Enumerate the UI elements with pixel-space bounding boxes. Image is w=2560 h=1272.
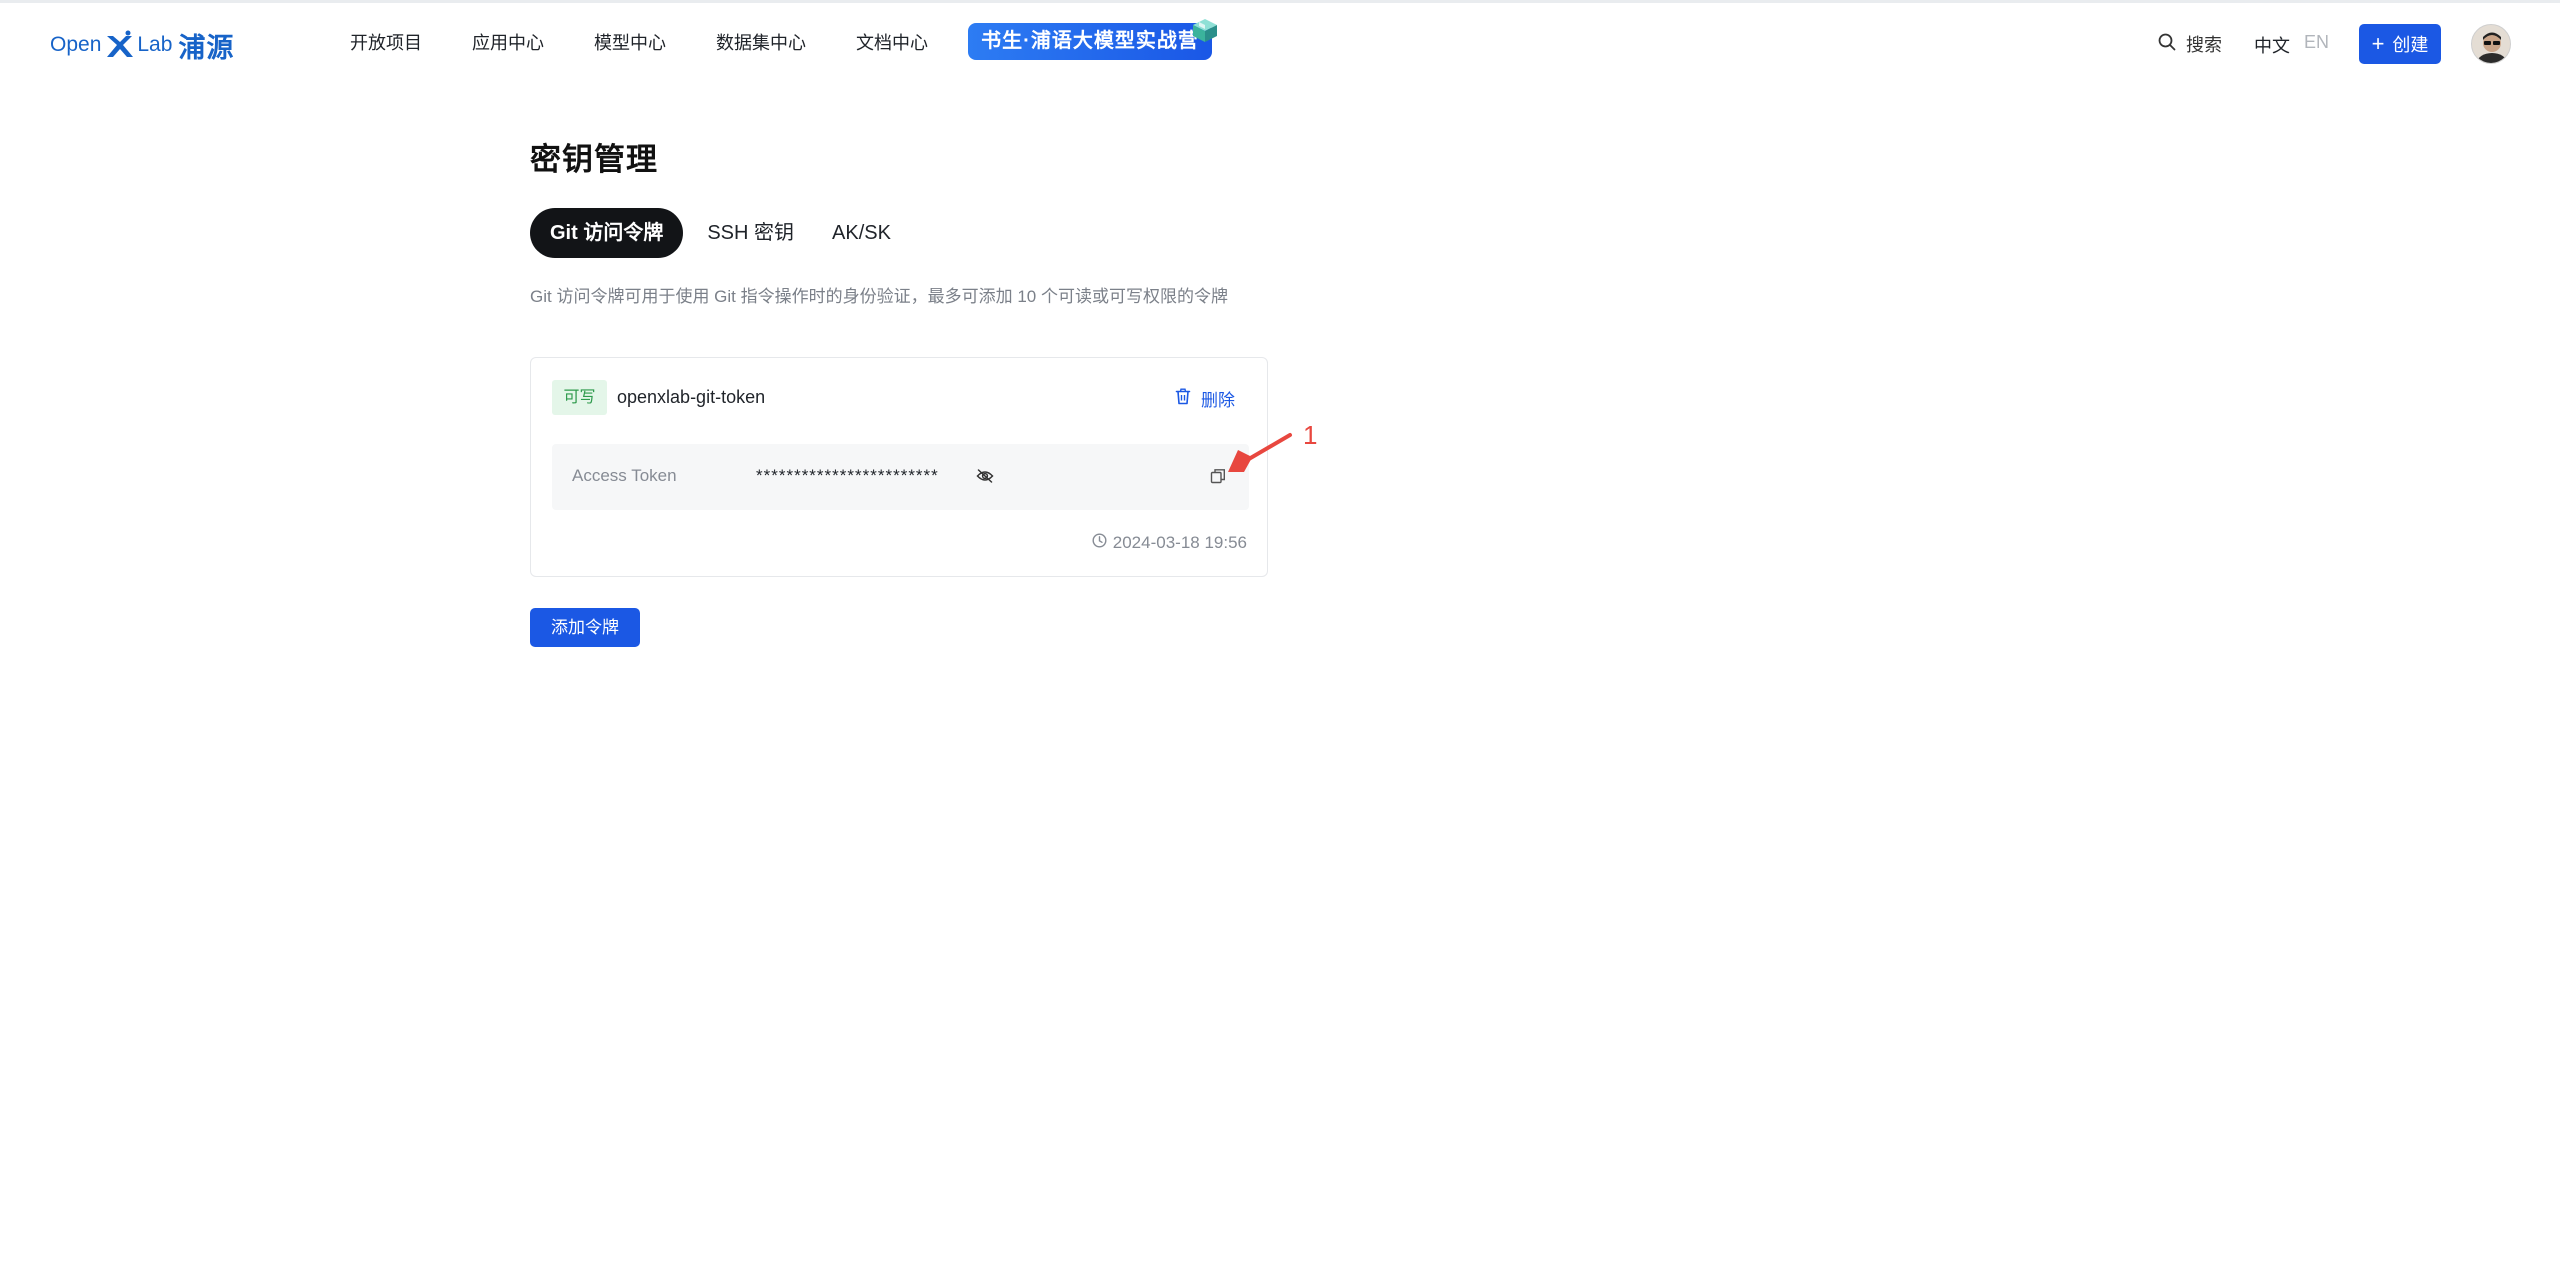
top-header: Open Lab 浦源 开放项目 应用中心 模型中心 数据集中心 文档中心 书生… xyxy=(0,3,2560,83)
logo-cn-text: 浦源 xyxy=(178,32,235,63)
main-nav: 开放项目 应用中心 模型中心 数据集中心 文档中心 xyxy=(350,28,978,58)
nav-model-center[interactable]: 模型中心 xyxy=(594,28,666,58)
search-label: 搜索 xyxy=(2186,35,2222,55)
promo-banner[interactable]: 书生·浦语大模型实战营 xyxy=(968,23,1212,60)
token-card: 可写 openxlab-git-token 删除 Access Token **… xyxy=(530,357,1268,577)
key-tabs: Git 访问令牌 SSH 密钥 AK/SK xyxy=(530,208,915,258)
clock-icon xyxy=(1092,533,1107,553)
create-label: 创建 xyxy=(2392,35,2429,55)
create-button[interactable]: + 创建 xyxy=(2359,24,2441,64)
tab-ssh-key[interactable]: SSH 密钥 xyxy=(693,208,808,258)
token-name: openxlab-git-token xyxy=(617,387,766,407)
lang-zh-option[interactable]: 中文 xyxy=(2254,32,2290,58)
user-avatar[interactable] xyxy=(2471,24,2511,64)
openxlab-logo[interactable]: Open Lab 浦源 xyxy=(50,25,234,65)
lang-en-option[interactable]: EN xyxy=(2304,32,2329,53)
annotation-arrow-icon xyxy=(1220,420,1300,485)
annotation-number: 1 xyxy=(1303,420,1318,450)
delete-token-button[interactable]: 删除 xyxy=(1175,386,1235,411)
delete-label: 删除 xyxy=(1201,391,1235,410)
tab-ak-sk[interactable]: AK/SK xyxy=(818,208,905,258)
nav-docs-center[interactable]: 文档中心 xyxy=(856,28,928,58)
permission-badge: 可写 xyxy=(552,380,607,415)
logo-open-text: Open xyxy=(50,33,102,56)
access-token-label: Access Token xyxy=(572,466,677,485)
page-title: 密钥管理 xyxy=(530,142,658,177)
search-icon xyxy=(2158,33,2176,56)
access-token-row: Access Token ************************ xyxy=(552,444,1249,510)
created-time-text: 2024-03-18 19:56 xyxy=(1112,533,1247,552)
cube-icon xyxy=(1191,17,1219,48)
nav-open-projects[interactable]: 开放项目 xyxy=(350,28,422,58)
plus-icon: + xyxy=(2371,31,2385,56)
eye-off-icon[interactable] xyxy=(976,469,994,488)
logo-lab-text: Lab xyxy=(137,33,173,56)
tab-description: Git 访问令牌可用于使用 Git 指令操作时的身份验证，最多可添加 10 个可… xyxy=(530,287,1228,306)
logo-x-icon xyxy=(105,30,134,60)
search-button[interactable]: 搜索 xyxy=(2158,29,2222,59)
trash-icon xyxy=(1175,388,1191,410)
access-token-value: ************************ xyxy=(756,466,939,485)
nav-dataset-center[interactable]: 数据集中心 xyxy=(716,28,806,58)
add-token-button[interactable]: 添加令牌 xyxy=(530,608,640,647)
tab-git-token[interactable]: Git 访问令牌 xyxy=(530,208,684,258)
created-time: 2024-03-18 19:56 xyxy=(1092,533,1247,553)
nav-app-center[interactable]: 应用中心 xyxy=(472,28,544,58)
